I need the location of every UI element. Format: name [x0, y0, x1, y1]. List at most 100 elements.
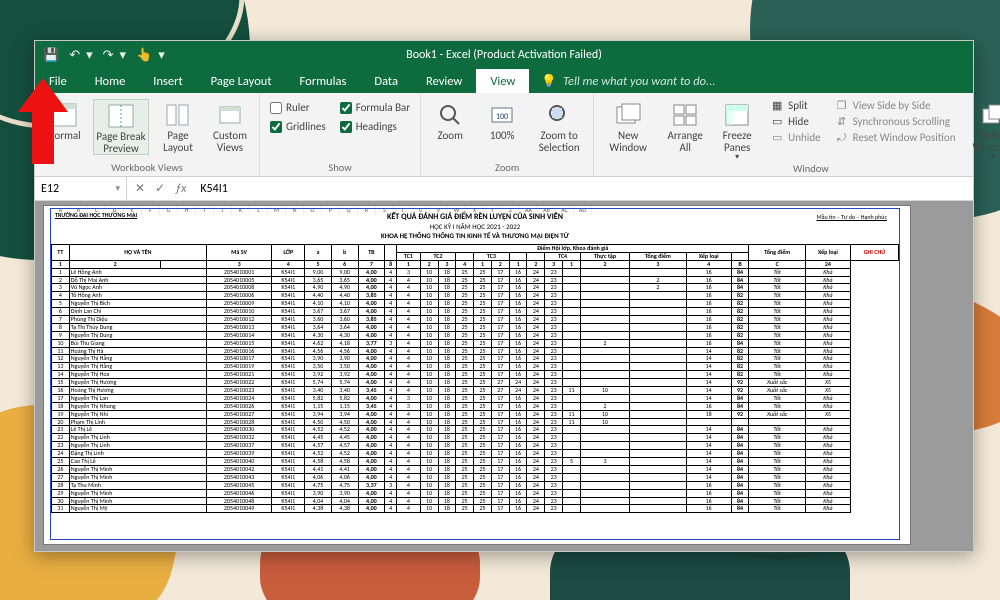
qat-customize-caret-icon[interactable]: ▾ — [158, 48, 165, 63]
headings-checkbox[interactable]: Headings — [340, 120, 410, 133]
undo-icon[interactable]: ↶ — [69, 48, 80, 63]
page-layout-button[interactable]: Page Layout — [155, 99, 201, 153]
tab-data[interactable]: Data — [360, 69, 412, 93]
group-workbook-views: Normal Page Break Preview Page Layout Cu… — [35, 93, 260, 176]
name-box-input[interactable] — [41, 182, 101, 196]
table-row[interactable]: 5Nguyễn Thị Bích2054010009K54I14,104,104… — [52, 300, 899, 308]
touch-mode-icon[interactable]: 👆 — [136, 48, 152, 63]
table-row[interactable]: 23Nguyễn Thị Linh2054010037K54I14,574,57… — [52, 442, 899, 450]
page-break-preview-button[interactable]: Page Break Preview — [93, 99, 149, 155]
table-row[interactable]: 28Tạ Thu Minh2054010045K54I14,754,753,37… — [52, 481, 899, 489]
tab-formulas[interactable]: Formulas — [286, 69, 361, 93]
table-row[interactable]: 26Nguyễn Thị Minh2054010042K54I14,414,41… — [52, 465, 899, 473]
tab-review[interactable]: Review — [412, 69, 476, 93]
group-label-zoom: Zoom — [427, 160, 587, 176]
name-box-caret-icon[interactable]: ▾ — [115, 183, 120, 194]
table-row[interactable]: 27Nguyễn Thị Minh2054010043K54I14,064,06… — [52, 473, 899, 481]
arrow-annotation-icon — [18, 78, 68, 164]
redo-caret-icon[interactable]: ▾ — [120, 48, 127, 63]
svg-text:100: 100 — [496, 112, 508, 122]
sync-scroll-icon: ⇵ — [835, 116, 849, 128]
cancel-formula-icon[interactable]: ✕ — [131, 181, 149, 196]
enter-formula-icon[interactable]: ✓ — [151, 181, 169, 196]
table-row[interactable]: 31Nguyễn Thị Mỹ2054010049K54I14,384,384,… — [52, 505, 899, 513]
table-row[interactable]: 19Nguyễn Thị Nhi2054010027K54I13,943,944… — [52, 410, 899, 418]
table-row[interactable]: 4Tô Hồng Anh2054010006K54I14,404,403,854… — [52, 292, 899, 300]
new-window-button[interactable]: New Window — [600, 99, 656, 153]
table-row[interactable]: 3Vũ Ngọc Anh2054010008K54I14,904,904,004… — [52, 284, 899, 292]
group-label-views: Workbook Views — [41, 160, 253, 176]
view-side-by-side-button: ❐View Side by Side — [835, 99, 956, 112]
tell-me-search[interactable]: 💡 Tell me what you want to do... — [529, 69, 727, 93]
arrange-all-icon — [670, 101, 700, 129]
table-row[interactable]: 16Hoàng Thị Hương2054010023K54I13,403,40… — [52, 387, 899, 395]
tab-page-layout[interactable]: Page Layout — [197, 69, 286, 93]
table-row[interactable]: 7Phùng Thị Diệu2054010012K54I13,603,603,… — [52, 316, 899, 324]
title-bar: 💾 ↶ ▾ ↷ ▾ 👆 ▾ Book1 - Excel (Product Activa… — [35, 41, 973, 69]
tab-insert[interactable]: Insert — [139, 69, 196, 93]
name-box[interactable]: ▾ — [35, 177, 127, 200]
tab-view[interactable]: View — [476, 69, 529, 93]
document-subtitle-2: KHOA HỆ THỐNG THÔNG TIN KINH TẾ VÀ THƯƠN… — [51, 231, 899, 240]
gridlines-checkbox[interactable]: Gridlines — [270, 120, 326, 133]
table-row[interactable]: 2Đỗ Thị Mai Anh2054010005K54I13,653,654,… — [52, 276, 899, 284]
tab-home[interactable]: Home — [81, 69, 140, 93]
table-row[interactable]: 25Cao Thị Lê2054010040K54I14,584,584,004… — [52, 458, 899, 466]
redo-icon[interactable]: ↷ — [103, 48, 114, 63]
unhide-icon: ▭ — [770, 132, 784, 144]
ruler-checkbox[interactable]: Ruler — [270, 101, 326, 114]
unhide-button: ▭Unhide — [770, 131, 820, 144]
zoom-to-selection-button[interactable]: Zoom to Selection — [531, 99, 587, 153]
table-row[interactable]: 9Nguyễn Thị Dung2054010014K54I14,304,304… — [52, 331, 899, 339]
table-row[interactable]: 29Nguyễn Thị Minh2054010046K54I13,903,90… — [52, 489, 899, 497]
table-row[interactable]: 21Lê Thị Lê2054010030K54I14,524,524,0044… — [52, 426, 899, 434]
freeze-panes-button[interactable]: Freeze Panes▾ — [714, 99, 760, 161]
org-name: TRƯỜNG ĐẠI HỌC THƯƠNG MẠI — [55, 211, 137, 219]
ribbon: Normal Page Break Preview Page Layout Cu… — [35, 93, 973, 177]
window-title: Book1 - Excel (Product Activation Failed… — [406, 48, 602, 62]
table-row[interactable]: 11Hoàng Thị Hà2054010016K54I14,564,564,0… — [52, 347, 899, 355]
tell-me-placeholder: Tell me what you want to do... — [563, 74, 716, 89]
table-row[interactable]: 17Nguyễn Thị Lan2054010024K54I15,825,824… — [52, 394, 899, 402]
header-right-note: Mẫu tin – Tư do – Hạnh phúc — [816, 213, 887, 221]
table-row[interactable]: 20Phạm Thị Linh2054010028K54I14,504,504,… — [52, 418, 899, 426]
group-label-show: Show — [266, 160, 414, 176]
worksheet-area[interactable]: ABCDEFGHIJKLMNOPQRSTUVWXYZAAABACAD TRƯỜN… — [35, 201, 973, 551]
zoom-to-selection-icon — [544, 101, 574, 129]
group-show: Ruler Gridlines Formula Bar Headings Sho… — [260, 93, 421, 176]
data-table[interactable]: TTHỌ VÀ TÊNMã SVLỚPabTBĐiểm Hội lớp, Kho… — [51, 244, 899, 513]
zoom-button[interactable]: Zoom — [427, 99, 473, 142]
split-button[interactable]: ▦Split — [770, 99, 820, 112]
table-row[interactable]: 24Đặng Thị Linh2054010039K54I14,524,524,… — [52, 450, 899, 458]
arrange-all-button[interactable]: Arrange All — [662, 99, 708, 153]
formula-input[interactable] — [200, 182, 967, 196]
table-row[interactable]: 13Nguyễn Thị Hằng2054010019K54I13,503,50… — [52, 363, 899, 371]
lightbulb-icon: 💡 — [541, 74, 557, 89]
formula-bar-checkbox[interactable]: Formula Bar — [340, 101, 410, 114]
hide-button[interactable]: ▭Hide — [770, 115, 820, 128]
custom-views-icon — [215, 101, 245, 129]
table-row[interactable]: 8Tạ Thị Thùy Dung2054010013K54I13,643,64… — [52, 323, 899, 331]
fx-icon[interactable]: ƒx — [171, 182, 190, 196]
reset-window-icon: ⤾ — [835, 132, 849, 144]
print-page: ABCDEFGHIJKLMNOPQRSTUVWXYZAAABACAD TRƯỜN… — [43, 205, 911, 545]
group-zoom: Zoom 100 100% Zoom to Selection Zoom — [421, 93, 594, 176]
custom-views-button[interactable]: Custom Views — [207, 99, 253, 153]
page-break-preview-icon — [106, 102, 136, 130]
zoom-100-button[interactable]: 100 100% — [479, 99, 525, 142]
split-icon: ▦ — [770, 100, 784, 112]
table-row[interactable]: 30Nguyễn Thị Minh2054010048K54I14,044,04… — [52, 497, 899, 505]
switch-windows-button[interactable]: Switch Windows▾ — [966, 99, 1000, 161]
excel-window: 💾 ↶ ▾ ↷ ▾ 👆 ▾ Book1 - Excel (Product Activa… — [34, 40, 974, 552]
ribbon-tabs: File Home Insert Page Layout Formulas Da… — [35, 69, 973, 93]
undo-caret-icon[interactable]: ▾ — [86, 48, 93, 63]
table-row[interactable]: 6Đinh Lan Chi2054010010K54I13,673,674,00… — [52, 308, 899, 316]
table-row[interactable]: 10Bùi Thu Giang2054010015K54I14,624,183,… — [52, 339, 899, 347]
table-row[interactable]: 22Nguyễn Thị Linh2054010032K54I14,454,45… — [52, 434, 899, 442]
table-row[interactable]: 12Nguyễn Thị Hằng2054010017K54I13,903,90… — [52, 355, 899, 363]
save-icon[interactable]: 💾 — [43, 48, 59, 63]
table-row[interactable]: 1Lê Hồng Anh2054010001K54I19,009,004,004… — [52, 268, 899, 276]
side-by-side-icon: ❐ — [835, 100, 849, 112]
zoom-100-icon: 100 — [487, 101, 517, 129]
document-subtitle-1: HỌC KỲ I NĂM HỌC 2021 - 2022 — [51, 222, 899, 231]
